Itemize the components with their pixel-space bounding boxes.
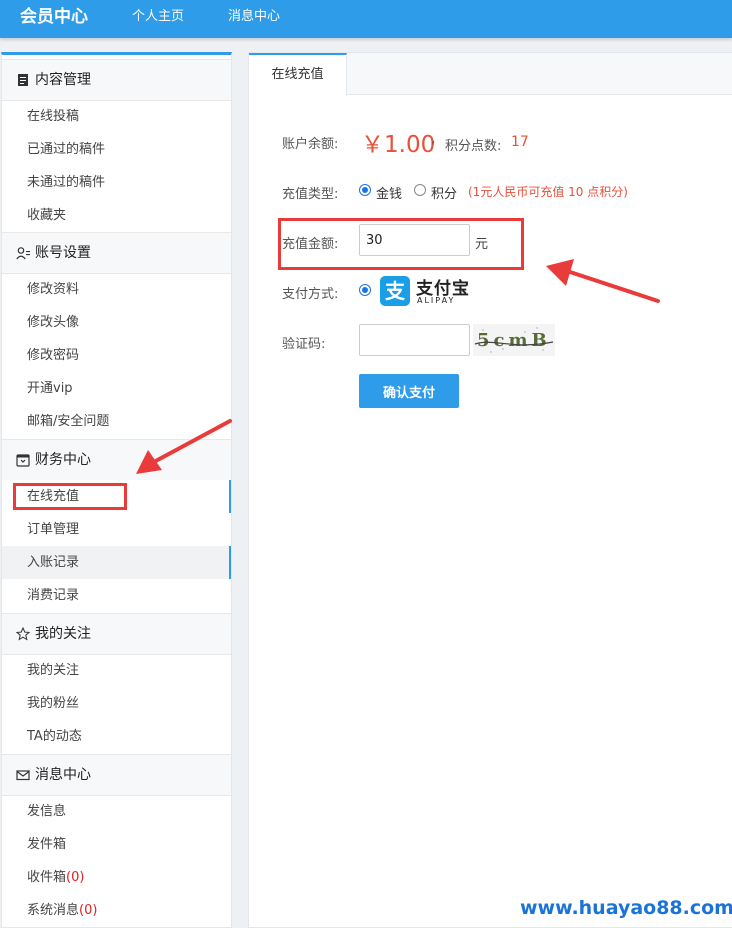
alipay-logo-icon[interactable]: 支 xyxy=(380,276,410,306)
nav-message-center[interactable]: 消息中心 xyxy=(228,0,280,34)
captcha-image[interactable]: 5cmB xyxy=(473,324,555,356)
sidebar-section-title: 消息中心 xyxy=(35,767,91,783)
top-bar: 会员中心 个人主页 消息中心 xyxy=(0,0,732,38)
document-icon xyxy=(18,74,28,86)
balance-label: 账户余额: xyxy=(282,137,339,152)
sidebar-item-my-follows[interactable]: 我的关注 xyxy=(2,654,231,687)
sidebar-item-system-messages[interactable]: 系统消息(0) xyxy=(2,894,231,927)
balance-value: ￥1.00 xyxy=(361,132,436,158)
sidebar-item-favorites[interactable]: 收藏夹 xyxy=(2,199,231,232)
tab-online-recharge[interactable]: 在线充值 xyxy=(249,53,347,96)
annotation-highlight-amount xyxy=(278,218,524,270)
sidebar-item-label: 系统消息 xyxy=(27,903,80,918)
sidebar-item-send-message[interactable]: 发信息 xyxy=(2,795,231,828)
sidebar-section-finance[interactable]: 财务中心 xyxy=(2,439,231,481)
alipay-name-en: ALIPAY xyxy=(417,296,456,305)
tab-bar: 在线充值 xyxy=(249,53,732,96)
watermark: www.huayao88.com xyxy=(520,897,732,919)
user-settings-icon xyxy=(16,247,30,260)
sidebar-item-ta-activity[interactable]: TA的动态 xyxy=(2,720,231,753)
captcha-input[interactable] xyxy=(359,324,470,356)
sidebar-item-spending-records[interactable]: 消费记录 xyxy=(2,579,231,612)
type-money-radio[interactable] xyxy=(359,184,371,196)
captcha-graphic: 5cmB xyxy=(473,324,555,356)
type-label: 充值类型: xyxy=(282,187,339,202)
brand-title[interactable]: 会员中心 xyxy=(20,0,88,34)
sidebar-section-title: 内容管理 xyxy=(35,72,91,88)
sidebar-item-change-password[interactable]: 修改密码 xyxy=(2,339,231,372)
sidebar-section-account[interactable]: 账号设置 xyxy=(2,232,231,274)
sidebar-item-income-records[interactable]: 入账记录 xyxy=(2,546,231,579)
sidebar-item-approved-articles[interactable]: 已通过的稿件 xyxy=(2,133,231,166)
captcha-label: 验证码: xyxy=(282,337,326,352)
type-points-label[interactable]: 积分 xyxy=(431,183,457,202)
sidebar-section-content[interactable]: 内容管理 xyxy=(2,59,231,101)
type-money-label[interactable]: 金钱 xyxy=(376,183,402,202)
sidebar-item-my-fans[interactable]: 我的粉丝 xyxy=(2,687,231,720)
sidebar-section-title: 账号设置 xyxy=(35,245,91,261)
sidebar-section-title: 财务中心 xyxy=(35,452,91,468)
main-panel: 在线充值 账户余额: ￥1.00 , 积分点数: 17 充值类型: 金钱 积分 … xyxy=(248,52,732,928)
sidebar-item-email-security[interactable]: 邮箱/安全问题 xyxy=(2,405,231,438)
sidebar-section-messages[interactable]: 消息中心 xyxy=(2,754,231,796)
payment-method-label: 支付方式: xyxy=(282,287,339,302)
annotation-highlight-recharge-item xyxy=(13,483,127,510)
sidebar-item-edit-profile[interactable]: 修改资料 xyxy=(2,273,231,306)
sidebar-item-label: 收件箱 xyxy=(27,870,67,885)
type-hint: (1元人民币可充值 10 点积分) xyxy=(468,185,628,199)
sidebar-item-submit-article[interactable]: 在线投稿 xyxy=(2,100,231,133)
sidebar-item-rejected-articles[interactable]: 未通过的稿件 xyxy=(2,166,231,199)
sidebar-item-inbox[interactable]: 收件箱(0) xyxy=(2,861,231,894)
sidebar-item-open-vip[interactable]: 开通vip xyxy=(2,372,231,405)
unread-count: (0) xyxy=(66,870,85,885)
star-icon xyxy=(16,627,30,641)
sidebar-item-order-management[interactable]: 订单管理 xyxy=(2,513,231,546)
captcha-text: 5cmB xyxy=(477,330,551,351)
unread-count: (0) xyxy=(79,903,98,918)
type-points-radio[interactable] xyxy=(414,184,426,196)
points-value: 17 xyxy=(511,134,529,150)
points-label: 积分点数: xyxy=(445,139,502,154)
alipay-radio[interactable] xyxy=(359,284,371,296)
sidebar-section-follow[interactable]: 我的关注 xyxy=(2,613,231,655)
sidebar-section-title: 我的关注 xyxy=(35,626,91,642)
mail-icon xyxy=(16,770,30,781)
balance-separator: , xyxy=(431,131,436,147)
sidebar-item-edit-avatar[interactable]: 修改头像 xyxy=(2,306,231,339)
confirm-payment-button[interactable]: 确认支付 xyxy=(359,374,459,408)
wallet-icon xyxy=(16,454,30,467)
sidebar-item-outbox[interactable]: 发件箱 xyxy=(2,828,231,861)
nav-personal-home[interactable]: 个人主页 xyxy=(132,0,184,34)
